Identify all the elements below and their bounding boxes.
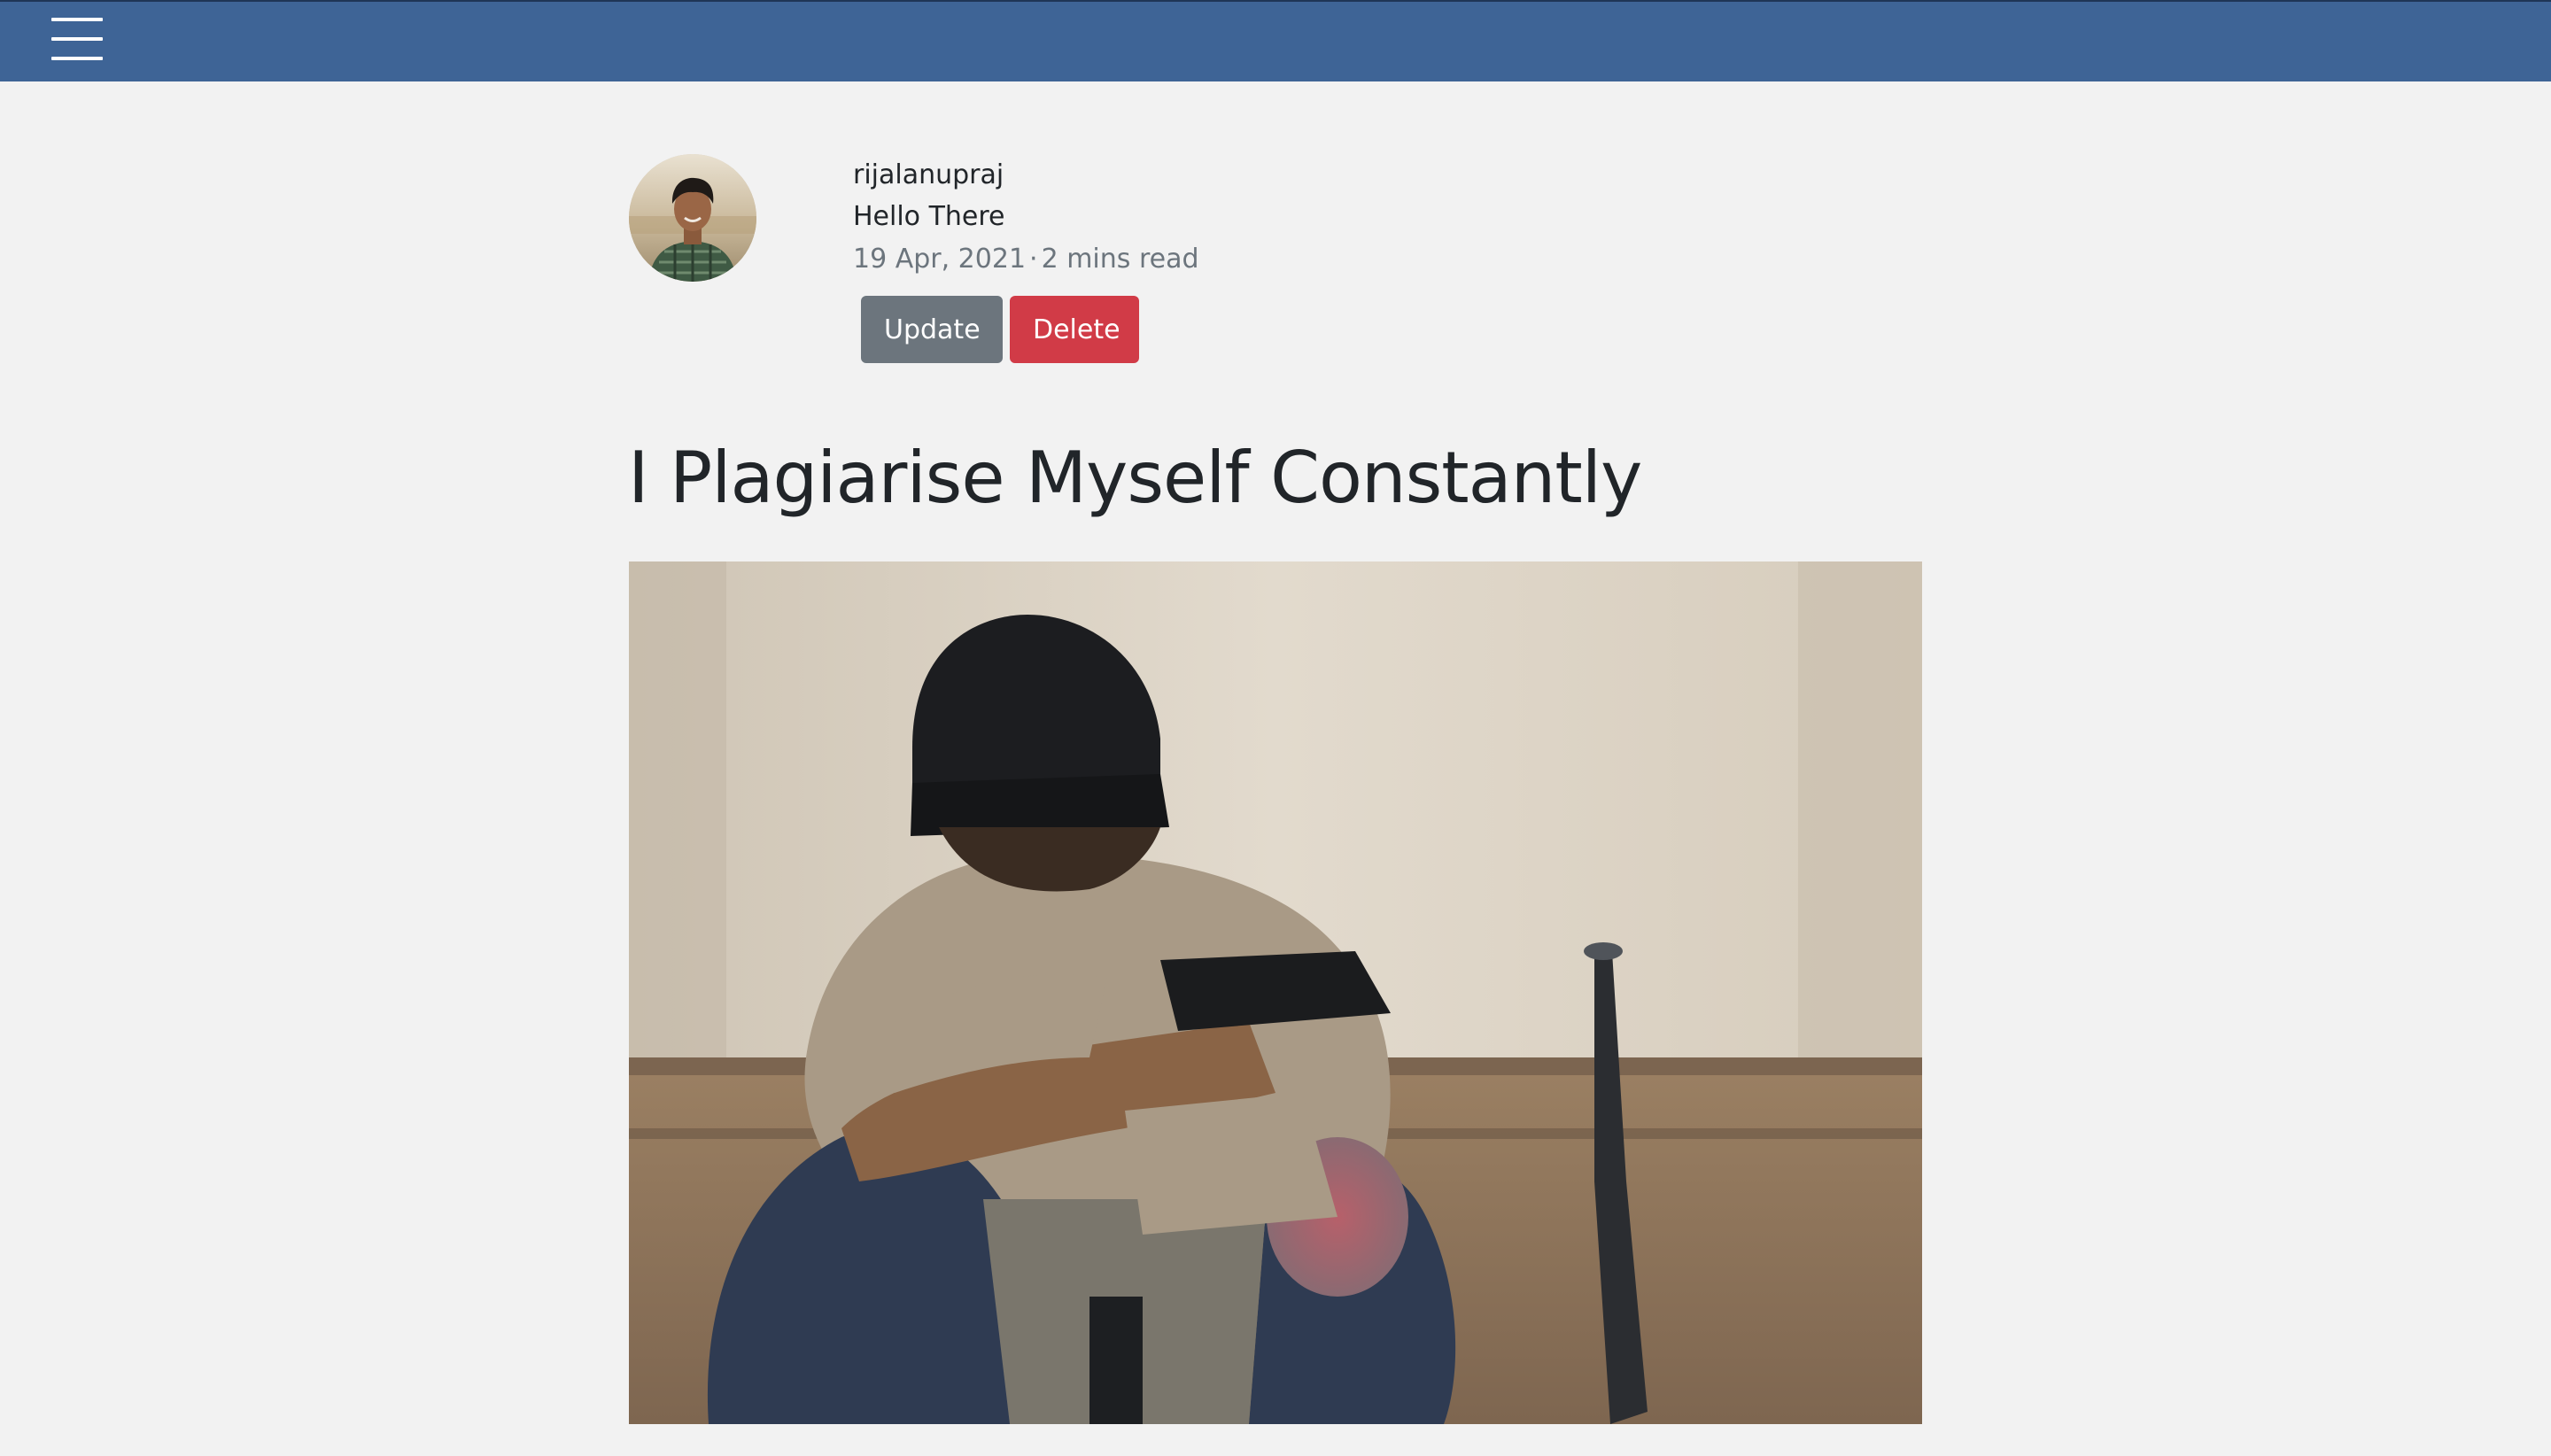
post-title: I Plagiarise Myself Constantly xyxy=(628,437,1642,519)
avatar-photo-icon xyxy=(629,154,756,282)
hamburger-menu-icon[interactable] xyxy=(51,14,103,64)
meta-separator: · xyxy=(1029,244,1038,275)
post-meta: 19 Apr, 2021 · 2 mins read xyxy=(853,238,1199,281)
author-avatar[interactable] xyxy=(629,154,756,282)
menu-bar xyxy=(51,57,103,60)
update-button[interactable]: Update xyxy=(861,296,1003,363)
post-actions: Update Delete xyxy=(861,296,1139,363)
top-navbar xyxy=(0,0,2551,81)
read-time: 2 mins read xyxy=(1041,244,1199,275)
cover-image xyxy=(629,561,1922,1424)
menu-bar xyxy=(51,37,103,41)
author-bio: Hello There xyxy=(853,201,1005,232)
author-info: rijalanupraj Hello There 19 Apr, 2021 · 2 … xyxy=(853,155,1199,281)
post-date: 19 Apr, 2021 xyxy=(853,244,1027,275)
delete-button[interactable]: Delete xyxy=(1010,296,1139,363)
author-username[interactable]: rijalanupraj xyxy=(853,155,1199,196)
menu-bar xyxy=(51,18,103,21)
cover-photo-icon xyxy=(629,561,1922,1424)
